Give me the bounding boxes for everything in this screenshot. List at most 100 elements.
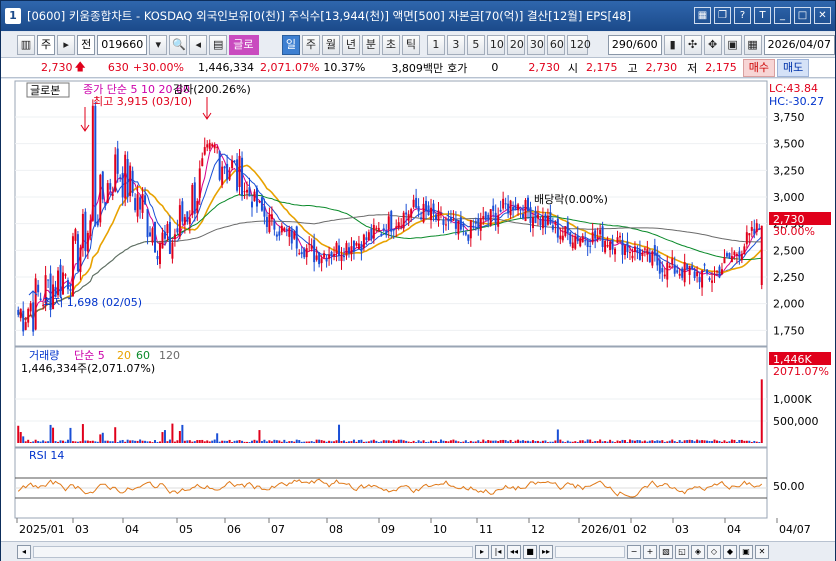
tab-month[interactable]: 월 xyxy=(321,34,340,55)
interval-5[interactable]: 5 xyxy=(466,34,485,55)
volume-bar xyxy=(308,441,311,443)
tool7-icon[interactable]: ✕ xyxy=(755,544,769,559)
chart-area[interactable]: 3,7503,5003,2503,0002,7502,5002,2502,000… xyxy=(1,79,835,541)
tab-second[interactable]: 초 xyxy=(381,34,400,55)
expand-icon[interactable]: ✥ xyxy=(703,34,722,55)
volume-bar xyxy=(213,439,216,443)
interval-1[interactable]: 1 xyxy=(426,34,445,55)
volume-bar xyxy=(283,439,286,443)
tool6-icon[interactable]: ▣ xyxy=(739,544,753,559)
market-select[interactable]: 전 xyxy=(77,34,96,55)
period-prefix[interactable]: 주 xyxy=(37,34,56,55)
volume-bar xyxy=(711,441,714,443)
candle-body xyxy=(355,242,358,246)
next-icon[interactable]: ▸▸ xyxy=(539,544,553,559)
code-dropdown-icon[interactable]: ▾ xyxy=(149,34,168,55)
prev-icon[interactable]: ◂◂ xyxy=(507,544,521,559)
help-icon[interactable]: ? xyxy=(734,7,751,24)
minimize-icon[interactable]: _ xyxy=(774,7,791,24)
sound-icon[interactable]: ◂ xyxy=(189,34,208,55)
candle-body xyxy=(539,219,542,226)
candle-body xyxy=(504,203,507,205)
tool1-icon[interactable]: ▧ xyxy=(659,544,673,559)
chart-svg[interactable]: 3,7503,5003,2503,0002,7502,5002,2502,000… xyxy=(1,79,835,541)
candle-body xyxy=(693,271,696,278)
interval-3[interactable]: 3 xyxy=(446,34,465,55)
stop-icon[interactable]: ■ xyxy=(523,544,537,559)
interval-10[interactable]: 10 xyxy=(486,34,505,55)
tool2-icon[interactable]: ◱ xyxy=(675,544,689,559)
candle-body xyxy=(300,252,303,255)
toolbar: ▥ 주 ▸ 전 019660 ▾ 🔍 ◂ ▤ 글로본 일 주 월 년 분 초 틱… xyxy=(1,32,835,71)
pin-icon[interactable]: T xyxy=(754,7,771,24)
volume-bar xyxy=(320,440,323,443)
candle-body xyxy=(387,216,390,229)
zoom-track[interactable] xyxy=(555,545,625,558)
count-input[interactable]: 290/600 xyxy=(607,34,662,55)
settings-icon[interactable]: ▦ xyxy=(743,34,762,55)
arrow-icon[interactable]: ▸ xyxy=(57,34,76,55)
volume-bar xyxy=(479,441,482,443)
candle-body xyxy=(658,259,661,274)
volume-bar xyxy=(539,441,542,443)
grid-toggle-icon[interactable]: ▥ xyxy=(17,34,35,55)
zoom-in-btn-icon[interactable]: + xyxy=(643,544,657,559)
volume-bar xyxy=(94,441,97,443)
candle-body xyxy=(313,239,316,263)
tool5-icon[interactable]: ◆ xyxy=(723,544,737,559)
scroll-right-icon[interactable]: ▸ xyxy=(475,544,489,559)
candle-body xyxy=(163,231,166,239)
tool3-icon[interactable]: ◈ xyxy=(691,544,705,559)
candle-body xyxy=(131,170,134,193)
zoom-out-icon[interactable]: − xyxy=(627,544,641,559)
interval-20[interactable]: 20 xyxy=(506,34,525,55)
list-icon[interactable]: ▤ xyxy=(209,34,228,55)
volume-bar xyxy=(131,440,134,443)
candle-body xyxy=(218,151,221,180)
search-icon[interactable]: 🔍 xyxy=(169,34,188,55)
tab-minute[interactable]: 분 xyxy=(361,34,380,55)
candle-body xyxy=(89,220,92,237)
volume-bar xyxy=(502,439,505,443)
candle-body xyxy=(616,237,619,244)
volume-bar xyxy=(720,441,723,443)
copy-icon[interactable]: ❐ xyxy=(714,7,731,24)
tab-week[interactable]: 주 xyxy=(301,34,320,55)
code-input[interactable]: 019660 xyxy=(97,34,148,55)
candle-body xyxy=(32,302,35,332)
tab-day[interactable]: 일 xyxy=(281,34,300,55)
tool4-icon[interactable]: ◇ xyxy=(707,544,721,559)
candle-body xyxy=(512,206,515,210)
close-icon[interactable]: ✕ xyxy=(814,7,831,24)
save-icon[interactable]: ▣ xyxy=(723,34,742,55)
volume-bar xyxy=(74,441,77,443)
volume-bar xyxy=(223,440,226,443)
date-input[interactable]: 2026/04/07 xyxy=(763,34,835,55)
buy-button[interactable]: 매수 xyxy=(742,58,775,77)
tab-tick[interactable]: 틱 xyxy=(401,34,420,55)
zoom-in-icon[interactable]: ▮ xyxy=(663,34,682,55)
volume-bar xyxy=(191,441,194,443)
candle-body xyxy=(484,211,487,221)
volume-bar xyxy=(22,436,25,443)
grid-icon[interactable]: ▦ xyxy=(694,7,711,24)
crosshair-icon[interactable]: ✣ xyxy=(683,34,702,55)
stock-name-tag[interactable]: 글로본 xyxy=(229,34,260,71)
tab-year[interactable]: 년 xyxy=(341,34,360,55)
candle-body xyxy=(345,243,348,256)
interval-30[interactable]: 30 xyxy=(526,34,545,55)
sell-button[interactable]: 매도 xyxy=(776,58,810,77)
volume-bar xyxy=(596,441,599,443)
candle-body xyxy=(494,212,497,224)
first-icon[interactable]: |◂ xyxy=(491,544,505,559)
scroll-left-icon[interactable]: ◂ xyxy=(17,544,31,559)
candle-body xyxy=(643,248,646,250)
candle-body xyxy=(258,201,261,203)
interval-120[interactable]: 120 xyxy=(566,34,591,55)
volume-bar xyxy=(439,439,442,443)
volume-bar xyxy=(268,440,271,443)
maximize-icon[interactable]: □ xyxy=(794,7,811,24)
interval-60[interactable]: 60 xyxy=(546,34,565,55)
scroll-track[interactable] xyxy=(33,545,473,558)
volume-bar xyxy=(318,439,321,443)
